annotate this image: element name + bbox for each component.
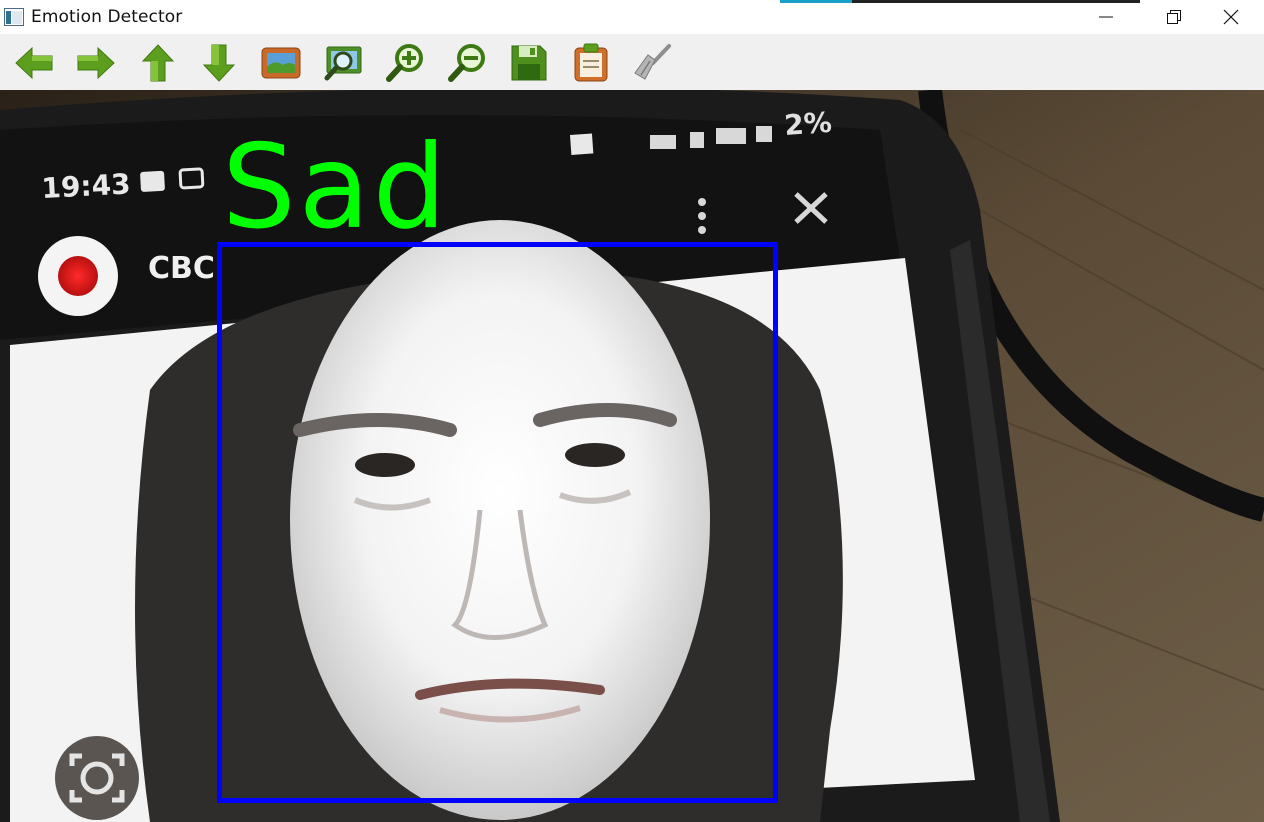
clipboard-icon: [574, 43, 608, 82]
emotion-label: Sad: [222, 120, 450, 255]
zoom-out-button[interactable]: [445, 41, 489, 85]
phone-battery: 2%: [783, 106, 833, 142]
arrow-right-icon: [77, 46, 115, 80]
camera-view: 19:43 2% CBC Sad: [0, 90, 1264, 822]
magnifier-picture-icon: [324, 46, 362, 81]
arrow-down-icon: [202, 44, 236, 82]
picture-icon: [261, 47, 301, 79]
minimize-button[interactable]: [1073, 0, 1139, 34]
copy-button[interactable]: [569, 41, 613, 85]
progress-fill: [780, 0, 852, 3]
zoom-in-button[interactable]: [383, 41, 427, 85]
clear-button[interactable]: [631, 41, 675, 85]
arrow-up-icon: [141, 44, 175, 82]
zoom-fit-button[interactable]: [321, 41, 365, 85]
minimize-icon: [1099, 16, 1113, 18]
broom-icon: [634, 44, 671, 80]
up-button[interactable]: [136, 41, 180, 85]
window-title: Emotion Detector: [31, 7, 183, 27]
floppy-disk-icon: [511, 45, 547, 81]
restore-icon: [1167, 10, 1181, 24]
arrow-left-icon: [15, 46, 53, 80]
zoom-in-icon: [386, 44, 423, 82]
save-button[interactable]: [507, 41, 551, 85]
phone-app-name: CBC: [148, 251, 215, 286]
app-icon: [4, 8, 24, 26]
title-bar: Emotion Detector: [0, 0, 1264, 34]
toolbar: [0, 34, 1264, 90]
forward-button[interactable]: [74, 41, 118, 85]
phone-time: 19:43: [41, 167, 132, 205]
image-button[interactable]: [259, 41, 303, 85]
zoom-out-icon: [448, 44, 485, 82]
down-button[interactable]: [197, 41, 241, 85]
face-bounding-box: [217, 242, 778, 803]
close-button[interactable]: [1198, 0, 1264, 34]
close-icon: [1223, 9, 1239, 25]
back-button[interactable]: [12, 41, 56, 85]
